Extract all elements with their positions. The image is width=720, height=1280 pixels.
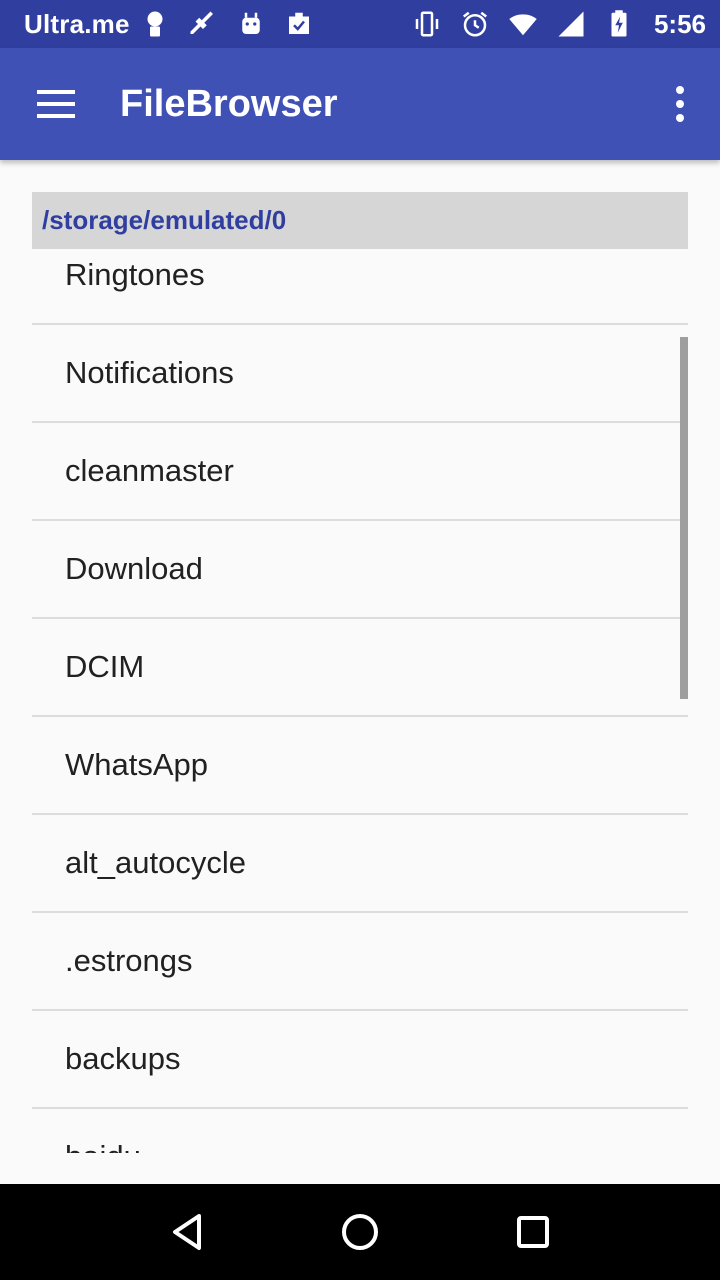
file-name: baidu: [65, 1139, 141, 1153]
back-button[interactable]: [147, 1192, 227, 1272]
battery-charging-icon: [602, 7, 636, 41]
list-item[interactable]: cleanmaster: [32, 423, 688, 521]
notification-icons: [138, 7, 316, 41]
app-bar: FileBrowser: [0, 48, 720, 160]
file-list[interactable]: Ringtones Notifications cleanmaster Downloa…: [32, 227, 688, 1153]
home-button[interactable]: [320, 1192, 400, 1272]
clipboard-check-icon: [282, 7, 316, 41]
file-name: backups: [65, 1041, 181, 1076]
list-item[interactable]: WhatsApp: [32, 717, 688, 815]
recents-icon: [517, 1216, 550, 1248]
file-name: Download: [65, 551, 203, 586]
file-name: DCIM: [65, 649, 145, 684]
recents-button[interactable]: [493, 1192, 573, 1272]
list-item[interactable]: alt_autocycle: [32, 815, 688, 913]
file-name: WhatsApp: [65, 747, 209, 782]
file-name: cleanmaster: [65, 453, 234, 488]
file-browser-content: /storage/emulated/0 Ringtones Notificatio…: [0, 160, 720, 1184]
file-name: alt_autocycle: [65, 845, 246, 880]
file-name: .estrongs: [65, 943, 193, 978]
list-item[interactable]: Notifications: [32, 325, 688, 423]
signal-icon: [554, 7, 588, 41]
hamburger-menu-icon: [37, 90, 75, 118]
more-vert-icon: [676, 86, 684, 122]
current-path: /storage/emulated/0: [32, 192, 688, 249]
cleaner-icon: [186, 7, 220, 41]
file-name: Notifications: [65, 355, 234, 390]
list-item[interactable]: Download: [32, 521, 688, 619]
wifi-icon: [506, 7, 540, 41]
app-title: FileBrowser: [120, 82, 338, 125]
scrollbar[interactable]: [680, 337, 688, 699]
vibrate-icon: [410, 7, 444, 41]
navigation-bar: [0, 1184, 720, 1280]
overflow-menu-button[interactable]: [640, 48, 720, 160]
list-item[interactable]: DCIM: [32, 619, 688, 717]
back-icon: [172, 1214, 201, 1250]
navigation-drawer-button[interactable]: [0, 48, 112, 160]
status-bar: Ultra.me 5:56: [0, 0, 720, 48]
list-item[interactable]: .estrongs: [32, 913, 688, 1011]
list-item[interactable]: backups: [32, 1011, 688, 1109]
home-icon: [341, 1214, 378, 1250]
ultra-sim-icon: [138, 7, 172, 41]
android-icon: [234, 7, 268, 41]
clock: 5:56: [653, 8, 706, 39]
file-name: Ringtones: [65, 257, 205, 292]
carrier-label: Ultra.me: [24, 8, 130, 39]
system-icons: 5:56: [410, 7, 706, 41]
alarm-icon: [458, 7, 492, 41]
list-item[interactable]: baidu: [32, 1109, 688, 1153]
